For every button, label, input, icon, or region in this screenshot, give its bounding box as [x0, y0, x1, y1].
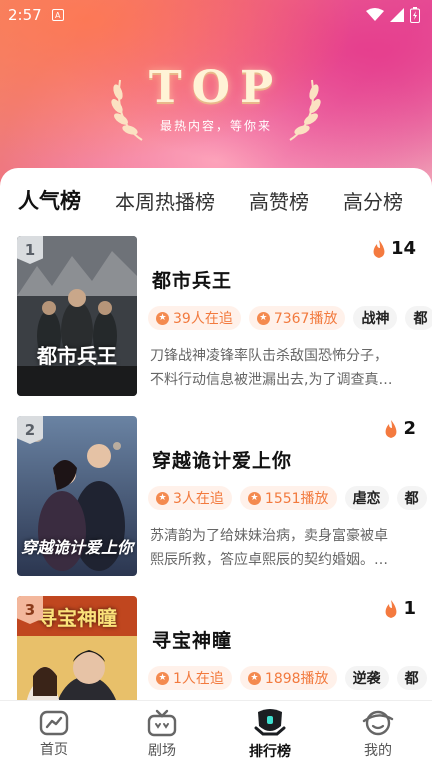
nav-profile[interactable]: 我的: [324, 701, 432, 768]
banner-title: TOP: [148, 62, 284, 113]
cover-image[interactable]: 穿越诡计爱上你 2: [17, 416, 137, 576]
star-icon: ★: [247, 491, 261, 505]
star-icon: ★: [156, 671, 169, 685]
nav-theater[interactable]: 剧场: [108, 701, 216, 768]
nav-home[interactable]: 首页: [0, 701, 108, 768]
cover-title-text: 穿越诡计爱上你: [20, 538, 133, 557]
tab-top-rated[interactable]: 高分榜: [343, 186, 403, 215]
nav-label: 剧场: [148, 743, 176, 759]
tab-label: 高分榜: [343, 189, 403, 214]
genre-tag: 都: [396, 666, 427, 690]
ranking-icon: [254, 709, 286, 736]
battery-icon: [410, 7, 420, 23]
tab-popularity[interactable]: 人气榜: [18, 185, 81, 216]
home-chart-icon: [39, 710, 69, 736]
status-time: 2:57: [8, 6, 42, 24]
app-notification-icon: A: [51, 9, 64, 21]
heat-indicator: 14: [371, 238, 416, 259]
drama-description: 苏清韵为了给妹妹治病，卖身富豪被卓熙辰所救，答应卓熙辰的契约婚姻。…: [150, 528, 388, 568]
list-item[interactable]: 穿越诡计爱上你 2 2 穿越诡计爱上你 ★ 3人在追 ★ 1551播放 虐恋 都 苏…: [0, 414, 432, 594]
tag-row: ★ 39人在追 ★ 7367播放 战神 都: [148, 306, 432, 330]
top-logo: TOP 最热内容，等你来: [0, 62, 432, 134]
star-icon: ★: [256, 311, 270, 325]
fire-icon: [386, 599, 397, 618]
nav-label: 首页: [40, 742, 68, 758]
nav-label: 排行榜: [249, 744, 291, 760]
ranking-list: 都市兵王 1 14 都市兵王 ★ 39人在追 ★ 7367播放 战神 都 刀锋战神凌…: [0, 234, 432, 768]
wifi-icon: [366, 8, 384, 21]
plays-count: 1898播放: [264, 671, 329, 687]
tag-row: ★ 3人在追 ★ 1551播放 虐恋 都: [148, 486, 427, 510]
nav-ranking[interactable]: 排行榜: [216, 701, 324, 768]
banner-subtitle: 最热内容，等你来: [159, 119, 272, 133]
tab-label: 本周热播榜: [115, 189, 215, 214]
genre-tag: 都: [396, 486, 427, 510]
star-icon: ★: [156, 311, 169, 325]
heat-indicator: 1: [383, 598, 416, 619]
followers-count: 39人在追: [173, 311, 233, 327]
followers-tag: ★ 1人在追: [148, 666, 232, 690]
tab-label: 高赞榜: [249, 189, 309, 214]
heat-indicator: 2: [383, 418, 416, 439]
tv-icon: [147, 709, 177, 737]
tab-label: 人气榜: [18, 189, 81, 213]
nav-label: 我的: [364, 743, 392, 759]
list-item[interactable]: 都市兵王 1 14 都市兵王 ★ 39人在追 ★ 7367播放 战神 都 刀锋战神凌…: [0, 234, 432, 414]
genre-tag: 逆袭: [344, 666, 389, 690]
ranking-tabs: 人气榜 本周热播榜 高赞榜 高分榜: [0, 182, 432, 218]
followers-tag: ★ 3人在追: [148, 486, 232, 510]
heat-value: 14: [390, 238, 416, 259]
fire-icon: [386, 419, 397, 438]
followers-tag: ★ 39人在追: [148, 306, 241, 330]
plays-tag: ★ 1551播放: [239, 486, 337, 510]
genre-tag: 虐恋: [344, 486, 389, 510]
genre-tag: 战神: [353, 306, 398, 330]
fire-icon: [373, 239, 385, 258]
star-icon: ★: [156, 491, 169, 505]
plays-tag: ★ 7367播放: [248, 306, 346, 330]
rank-badge: 1: [17, 236, 43, 264]
drama-description: 刀锋战神凌锋率队击杀敌国恐怖分子，不料行动信息被泄漏出去,为了调查真…: [150, 348, 393, 388]
drama-title[interactable]: 都市兵王: [152, 266, 232, 293]
profile-icon: [362, 710, 394, 736]
plays-count: 7367播放: [273, 311, 338, 327]
tab-weekly-hot[interactable]: 本周热播榜: [115, 186, 215, 215]
plays-count: 1551播放: [264, 491, 329, 507]
tab-most-liked[interactable]: 高赞榜: [249, 186, 309, 215]
tag-row: ★ 1人在追 ★ 1898播放 逆袭 都: [148, 666, 427, 690]
heat-value: 2: [403, 418, 416, 439]
plays-tag: ★ 1898播放: [239, 666, 337, 690]
bottom-navigation: 首页 剧场 排行榜 我的: [0, 700, 432, 768]
status-bar: 2:57 A: [0, 0, 432, 30]
genre-tag: 都: [405, 306, 432, 330]
rank-badge: 3: [17, 596, 43, 624]
signal-icon: [390, 8, 404, 22]
drama-title[interactable]: 寻宝神瞳: [152, 626, 232, 653]
heat-value: 1: [403, 598, 416, 619]
cover-image[interactable]: 都市兵王 1: [17, 236, 137, 396]
drama-title[interactable]: 穿越诡计爱上你: [152, 446, 292, 473]
followers-count: 1人在追: [173, 671, 224, 687]
cover-title-text: 都市兵王: [37, 344, 117, 368]
star-icon: ★: [247, 671, 261, 685]
followers-count: 3人在追: [173, 491, 224, 507]
rank-badge: 2: [17, 416, 43, 444]
